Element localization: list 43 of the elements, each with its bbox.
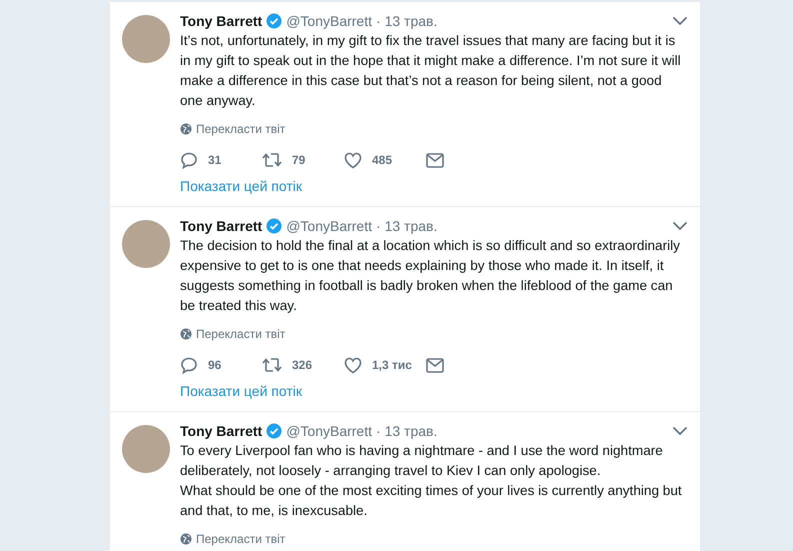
show-thread-link[interactable]: Показати цей потік (180, 381, 302, 402)
retweet-icon[interactable] (262, 152, 282, 168)
tweet-date[interactable]: · 13 трав. (376, 421, 438, 441)
translate-link[interactable]: Перекласти твіт (196, 120, 286, 138)
globe-icon (180, 533, 192, 545)
like-count: 485 (372, 152, 392, 169)
retweet-icon[interactable] (262, 357, 282, 373)
globe-icon (180, 123, 192, 135)
caret-icon[interactable] (672, 426, 688, 436)
author-name[interactable]: Tony Barrett (180, 11, 262, 31)
show-thread-link[interactable]: Показати цей потік (180, 176, 302, 197)
translate-link[interactable]: Перекласти твіт (196, 325, 286, 343)
caret-icon[interactable] (672, 16, 688, 26)
author-handle[interactable]: @TonyBarrett (286, 421, 372, 441)
tweet-text: The decision to hold the final at a location which is so difficult and so extraordinarily expensive to get to is one that needs explaining by those who made it. In itself, it suggests something in football is badly broken when the lifeblood of the game can be treated this way. (180, 237, 681, 315)
globe-icon (180, 328, 192, 340)
avatar-placeholder (122, 220, 170, 268)
reply-count: 31 (208, 152, 222, 169)
avatar-placeholder (122, 425, 170, 473)
reply-icon[interactable] (180, 356, 198, 374)
tweet-date[interactable]: · 13 трав. (376, 216, 438, 236)
author-handle[interactable]: @TonyBarrett (286, 11, 372, 31)
retweet-count: 326 (292, 357, 312, 374)
reply-count: 96 (208, 357, 222, 374)
tweet-date[interactable]: · 13 трав. (376, 11, 438, 31)
verified-badge-icon (266, 423, 282, 439)
caret-icon[interactable] (672, 221, 688, 231)
like-icon[interactable] (344, 152, 362, 168)
message-icon[interactable] (426, 358, 444, 372)
retweet-count: 79 (292, 152, 306, 169)
like-icon[interactable] (344, 356, 362, 374)
author-name[interactable]: Tony Barrett (180, 421, 262, 441)
tweet-text: To every Liverpool fan who is having a nightmare - and I use the word nightmare deliberately, not loosely - arranging travel to Kiev I can only apologise. What should be one of the most exciting times of your lives is currently anything but and that, to me, is inexcusable. (180, 442, 683, 520)
message-icon[interactable] (426, 152, 444, 168)
translate-link[interactable]: Перекласти твіт (196, 530, 286, 548)
verified-badge-icon (266, 218, 282, 234)
avatar-placeholder (122, 15, 170, 63)
author-name[interactable]: Tony Barrett (180, 216, 262, 236)
like-count: 1,3 тис (372, 357, 412, 374)
verified-badge-icon (266, 13, 282, 29)
author-handle[interactable]: @TonyBarrett (286, 216, 372, 236)
reply-icon[interactable] (180, 151, 198, 169)
tweet-text: It’s not, unfortunately, in my gift to fix the travel issues that many are facing but it is in my gift to speak out in the hope that it might make a difference. I’m not sure it will make a difference in this case but that’s not a reason for being silent, not a good one anyway. (180, 32, 682, 110)
